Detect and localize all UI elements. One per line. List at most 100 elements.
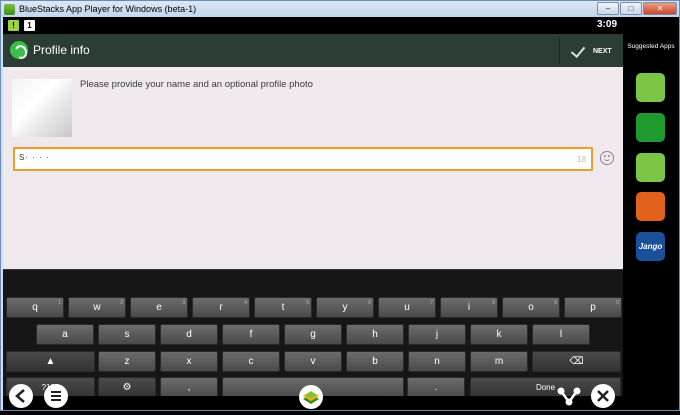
suggested-apps-title: Suggested Apps bbox=[627, 43, 675, 50]
key-n[interactable]: n bbox=[408, 351, 466, 372]
key-m-label: m bbox=[494, 356, 504, 367]
shift-key[interactable]: ▲ bbox=[6, 351, 95, 372]
key-g[interactable]: g bbox=[284, 324, 342, 345]
key-k[interactable]: k bbox=[470, 324, 528, 345]
smiley-icon[interactable] bbox=[600, 151, 614, 165]
key-d[interactable]: d bbox=[160, 324, 218, 345]
clock: 3:09 bbox=[596, 19, 617, 30]
close-button[interactable]: ✕ bbox=[643, 2, 677, 15]
suggested-app-app-1[interactable] bbox=[636, 73, 665, 102]
bluestacks-window: BlueStacks App Player for Windows (beta-… bbox=[0, 0, 680, 411]
key-u-label: u bbox=[404, 302, 410, 313]
keyboard-settings-key-label: ⚙ bbox=[122, 382, 132, 393]
key-x[interactable]: x bbox=[160, 351, 218, 372]
checkmark-icon bbox=[571, 46, 585, 56]
key-q[interactable]: q1 bbox=[6, 297, 64, 318]
key-c-label: c bbox=[248, 356, 254, 367]
key-z[interactable]: z bbox=[98, 351, 156, 372]
key-d-label: d bbox=[186, 329, 192, 340]
backspace-key[interactable]: ⌫ bbox=[532, 351, 621, 372]
action-bar: Profile info NEXT bbox=[3, 34, 623, 67]
key-x-label: x bbox=[186, 356, 192, 367]
key-i-label: i bbox=[467, 302, 471, 313]
notification-icon: ! bbox=[8, 20, 19, 31]
key-g-label: g bbox=[310, 329, 316, 340]
key-j[interactable]: j bbox=[408, 324, 466, 345]
shift-key-label: ▲ bbox=[45, 356, 56, 367]
key-n-label: n bbox=[434, 356, 440, 367]
key-f-label: f bbox=[249, 329, 253, 340]
download-icon: 1 bbox=[24, 20, 35, 31]
settings-tools-icon[interactable] bbox=[591, 384, 615, 408]
profile-prompt: Please provide your name and an optional… bbox=[80, 79, 313, 90]
menu-icon[interactable] bbox=[44, 384, 68, 408]
key-i[interactable]: i8 bbox=[440, 297, 498, 318]
whatsapp-logo-icon bbox=[10, 41, 28, 59]
key-t-label: t bbox=[281, 302, 285, 313]
bluestacks-logo-icon bbox=[4, 3, 15, 15]
key-s[interactable]: s bbox=[98, 324, 156, 345]
key-c[interactable]: c bbox=[222, 351, 280, 372]
key-p-label: p bbox=[590, 302, 596, 313]
key-m[interactable]: m bbox=[470, 351, 528, 372]
soft-keyboard: q1w2e3r4t5y6u7i8o9p0asdfghjkl▲zxcvbnm⌫?1… bbox=[3, 269, 623, 398]
key-p[interactable]: p0 bbox=[564, 297, 622, 318]
key-h[interactable]: h bbox=[346, 324, 404, 345]
comma-key[interactable]: , bbox=[160, 377, 218, 398]
comma-key-label: , bbox=[187, 382, 191, 393]
key-e-label: e bbox=[156, 302, 162, 313]
key-b-label: b bbox=[372, 356, 378, 367]
title-bar: BlueStacks App Player for Windows (beta-… bbox=[1, 1, 679, 17]
key-w-label: w bbox=[93, 302, 101, 313]
suggested-app-app-4[interactable] bbox=[636, 192, 665, 221]
key-o[interactable]: o9 bbox=[502, 297, 560, 318]
key-u-hint: 7 bbox=[430, 300, 433, 306]
suggested-apps-panel: Suggested Apps Jango bbox=[623, 17, 679, 410]
key-l[interactable]: l bbox=[532, 324, 590, 345]
keyboard-settings-key[interactable]: ⚙ bbox=[98, 377, 156, 398]
next-label: NEXT bbox=[593, 47, 612, 55]
key-y[interactable]: y6 bbox=[316, 297, 374, 318]
key-l-label: l bbox=[559, 329, 563, 340]
key-p-hint: 0 bbox=[616, 300, 619, 306]
key-r-label: r bbox=[219, 302, 223, 313]
name-value: S· · · · bbox=[19, 153, 50, 162]
back-arrow-icon[interactable] bbox=[9, 384, 33, 408]
char-counter: 18 bbox=[577, 155, 586, 164]
key-e-hint: 3 bbox=[182, 300, 185, 306]
key-j-label: j bbox=[435, 329, 439, 340]
key-y-label: y bbox=[342, 302, 348, 313]
key-q-hint: 1 bbox=[58, 300, 61, 306]
key-r[interactable]: r4 bbox=[192, 297, 250, 318]
key-f[interactable]: f bbox=[222, 324, 280, 345]
key-u[interactable]: u7 bbox=[378, 297, 436, 318]
share-icon[interactable] bbox=[556, 386, 581, 410]
key-w-hint: 2 bbox=[120, 300, 123, 306]
minimize-button[interactable]: – bbox=[597, 2, 619, 15]
suggested-app-app-3[interactable] bbox=[636, 153, 665, 182]
key-t[interactable]: t5 bbox=[254, 297, 312, 318]
key-h-label: h bbox=[372, 329, 378, 340]
key-w[interactable]: w2 bbox=[68, 297, 126, 318]
key-i-hint: 8 bbox=[492, 300, 495, 306]
suggested-app-app-2[interactable] bbox=[636, 113, 665, 142]
name-input[interactable]: S· · · · 18 bbox=[13, 147, 593, 171]
window-title: BlueStacks App Player for Windows (beta-… bbox=[19, 4, 197, 14]
key-z-label: z bbox=[124, 356, 130, 367]
maximize-button[interactable]: □ bbox=[620, 2, 642, 15]
key-t-hint: 5 bbox=[306, 300, 309, 306]
key-b[interactable]: b bbox=[346, 351, 404, 372]
bluestacks-home-icon[interactable] bbox=[298, 384, 323, 409]
android-screen: ! 1 3:09 Profile info NEXT Please provid… bbox=[3, 17, 623, 410]
period-key-label: . bbox=[434, 382, 438, 393]
key-a[interactable]: a bbox=[36, 324, 94, 345]
app-label: Jango bbox=[638, 242, 663, 251]
key-v[interactable]: v bbox=[284, 351, 342, 372]
period-key[interactable]: . bbox=[407, 377, 465, 398]
profile-photo-picker[interactable] bbox=[12, 79, 72, 137]
key-o-label: o bbox=[528, 302, 534, 313]
key-e[interactable]: e3 bbox=[130, 297, 188, 318]
suggested-app-jango[interactable]: Jango bbox=[636, 232, 665, 261]
key-y-hint: 6 bbox=[368, 300, 371, 306]
next-button[interactable]: NEXT bbox=[571, 40, 612, 62]
